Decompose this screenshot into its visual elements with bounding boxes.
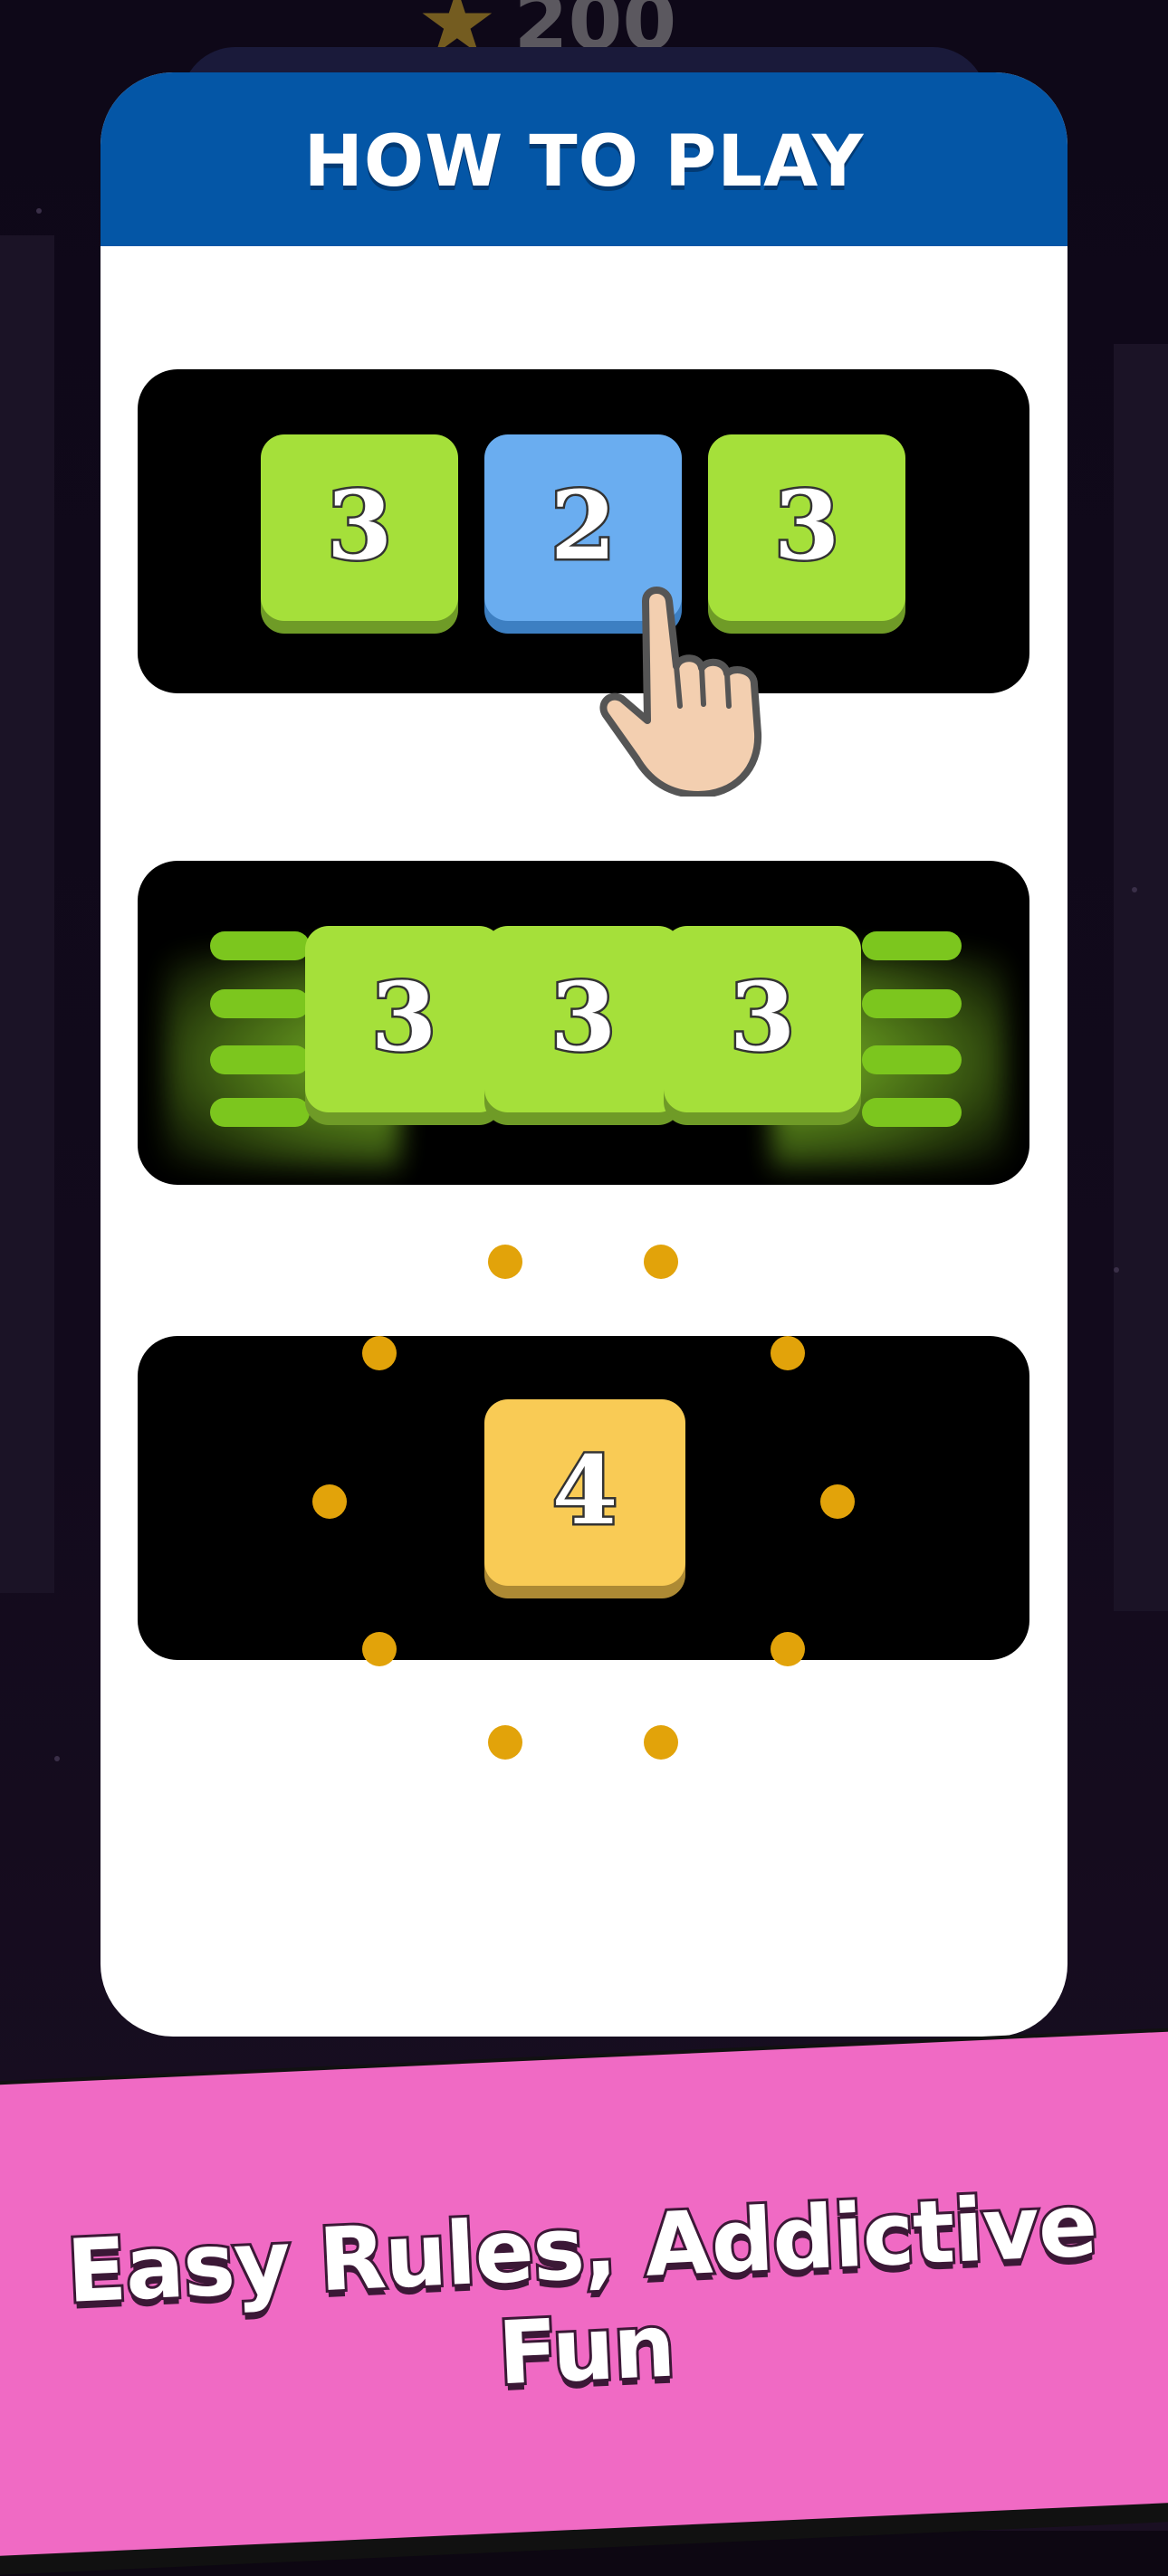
tile: 3 bbox=[484, 926, 682, 1112]
motion-streak bbox=[862, 989, 962, 1018]
burst-dot bbox=[644, 1725, 678, 1760]
motion-streak bbox=[862, 931, 962, 960]
background-star-dot bbox=[36, 208, 42, 214]
background-block bbox=[1114, 344, 1168, 1611]
panel-header: HOW TO PLAY bbox=[101, 72, 1067, 246]
motion-streak bbox=[210, 1098, 310, 1127]
step3-board: 4 bbox=[138, 1336, 1029, 1660]
tile-number: 3 bbox=[369, 959, 438, 1074]
background-star-dot bbox=[1114, 1267, 1119, 1273]
motion-streak bbox=[862, 1045, 962, 1074]
promo-banner: Easy Rules, Addictive Fun bbox=[0, 2026, 1168, 2576]
tile-number: 4 bbox=[550, 1432, 619, 1548]
panel-title: HOW TO PLAY bbox=[303, 121, 865, 203]
burst-dot bbox=[820, 1484, 855, 1519]
burst-dot bbox=[488, 1245, 522, 1279]
tile-number: 3 bbox=[771, 467, 841, 583]
burst-dot bbox=[362, 1336, 397, 1370]
burst-dot bbox=[362, 1632, 397, 1666]
burst-dot bbox=[644, 1245, 678, 1279]
pointing-hand-icon bbox=[599, 587, 762, 797]
background-star-dot bbox=[54, 1756, 60, 1761]
tile: 3 bbox=[305, 926, 503, 1112]
step2-board: 3 3 3 bbox=[138, 861, 1029, 1185]
tile-number: 3 bbox=[324, 467, 394, 583]
burst-dot bbox=[488, 1725, 522, 1760]
tile-number: 3 bbox=[548, 959, 618, 1074]
how-to-play-panel: HOW TO PLAY 3 2 3 3 3 3 4 bbox=[101, 72, 1067, 2037]
motion-streak bbox=[210, 1045, 310, 1074]
step1-board: 3 2 3 bbox=[138, 369, 1029, 693]
tile[interactable]: 3 bbox=[261, 434, 458, 621]
motion-streak bbox=[862, 1098, 962, 1127]
motion-streak bbox=[210, 931, 310, 960]
tile-number: 2 bbox=[548, 467, 618, 583]
background-star-dot bbox=[1132, 887, 1137, 892]
burst-dot bbox=[771, 1336, 805, 1370]
motion-streak bbox=[210, 989, 310, 1018]
burst-dot bbox=[771, 1632, 805, 1666]
burst-dot bbox=[312, 1484, 347, 1519]
tile-number: 3 bbox=[727, 959, 797, 1074]
tile: 3 bbox=[664, 926, 861, 1112]
background-block bbox=[0, 235, 54, 1593]
merged-tile: 4 bbox=[484, 1399, 685, 1586]
